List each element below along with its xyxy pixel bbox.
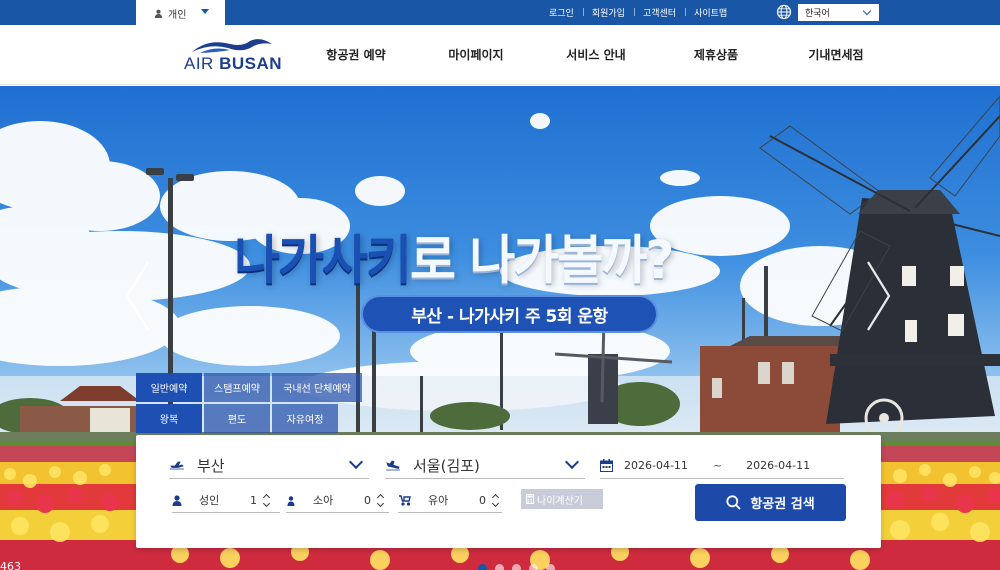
adult-count-stepper[interactable]: 성인 1 xyxy=(172,487,280,513)
air-busan-logo[interactable]: AIR BUSAN xyxy=(184,38,282,74)
return-date: 2026-04-11 xyxy=(746,458,811,472)
adult-spinner[interactable] xyxy=(262,491,271,509)
headline-highlight: 나가사키 xyxy=(234,229,412,291)
origin-value: 부산 xyxy=(197,456,225,475)
utility-bar: 개인 로그인 회원가입 고객센터 사이트맵 한국어 xyxy=(0,0,1000,26)
logo-text-light: AIR xyxy=(184,54,220,73)
watermark-text: 463 xyxy=(0,560,21,570)
nav-duty-free[interactable]: 기내면세점 xyxy=(776,25,896,85)
date-range-picker[interactable]: 2026-04-11 ~ 2026-04-11 xyxy=(600,451,844,479)
hero-banner[interactable]: 나가사키로 나가볼까? 부산 - 나가사키 주 5회 운항 463 일반예약 스… xyxy=(0,86,1000,570)
infant-label: 유아 xyxy=(428,494,449,507)
language-select[interactable]: 한국어 xyxy=(798,4,879,21)
site-header: AIR BUSAN 항공권 예약 마이페이지 서비스 안내 제휴상품 기내면세점 xyxy=(0,25,1000,85)
depart-date: 2026-04-11 xyxy=(624,458,688,472)
flight-search-panel: 부산 서울(김포) 2026-04-11 ~ 2026-04-11 성인 1 소 xyxy=(136,435,881,548)
tab-general-booking[interactable]: 일반예약 xyxy=(136,373,202,402)
slide-dot[interactable] xyxy=(495,564,504,570)
infant-count: 0 xyxy=(479,493,486,507)
chevron-down-icon xyxy=(862,6,872,16)
slide-dot[interactable] xyxy=(478,564,487,570)
adult-count: 1 xyxy=(250,493,257,507)
customer-center-link[interactable]: 고객센터 xyxy=(633,6,685,19)
search-flights-button[interactable]: 항공권 검색 xyxy=(695,484,846,521)
signup-link[interactable]: 회원가입 xyxy=(582,6,634,19)
search-button-label: 항공권 검색 xyxy=(750,497,815,512)
slide-pager xyxy=(478,564,555,570)
hero-headline: 나가사키로 나가볼까? xyxy=(234,218,674,294)
globe-icon[interactable] xyxy=(776,4,792,20)
destination-value: 서울(김포) xyxy=(413,456,480,475)
logo-wing-icon xyxy=(192,39,272,53)
chevron-left-icon[interactable] xyxy=(124,260,150,332)
child-count: 0 xyxy=(364,493,371,507)
slide-dot[interactable] xyxy=(529,564,538,570)
child-underline xyxy=(286,512,389,513)
origin-select[interactable]: 부산 xyxy=(169,451,369,479)
hero-subtitle: 부산 - 나가사키 주 5회 운항 xyxy=(361,295,658,333)
plane-takeoff-icon xyxy=(170,461,184,470)
date-separator: ~ xyxy=(712,458,723,472)
plane-landing-icon xyxy=(386,460,400,471)
person-icon xyxy=(287,495,295,506)
trip-type-tabs: 일반예약 스탬프예약 국내선 단체예약 왕복 편도 자유여정 xyxy=(136,373,362,435)
search-icon xyxy=(726,495,741,510)
child-spinner[interactable] xyxy=(376,491,385,509)
chevron-right-icon[interactable] xyxy=(866,260,892,332)
login-link[interactable]: 로그인 xyxy=(540,6,583,19)
main-nav: 항공권 예약 마이페이지 서비스 안내 제휴상품 기내면세점 xyxy=(296,25,896,85)
nav-mypage[interactable]: 마이페이지 xyxy=(416,25,536,85)
headline-rest: 로 나가볼까? xyxy=(410,229,674,291)
infant-count-stepper[interactable]: 유아 0 xyxy=(398,487,502,513)
destination-select[interactable]: 서울(김포) xyxy=(385,451,585,479)
tab-group-booking[interactable]: 국내선 단체예약 xyxy=(272,373,362,402)
nav-service-info[interactable]: 서비스 안내 xyxy=(536,25,656,85)
age-calculator-label: 나이계산기 xyxy=(537,495,583,507)
origin-underline xyxy=(169,478,369,479)
tab-multi-city[interactable]: 자유여정 xyxy=(272,404,338,433)
tab-round-trip[interactable]: 왕복 xyxy=(136,404,202,433)
persona-select[interactable]: 개인 xyxy=(136,0,225,26)
calculator-icon xyxy=(526,494,534,504)
utility-links: 로그인 회원가입 고객센터 사이트맵 xyxy=(540,0,736,25)
logo-wordmark: AIR BUSAN xyxy=(184,54,282,74)
baby-stroller-icon xyxy=(399,494,411,506)
person-icon xyxy=(172,494,182,506)
language-value: 한국어 xyxy=(805,9,830,19)
slide-dot[interactable] xyxy=(512,564,521,570)
infant-spinner[interactable] xyxy=(491,491,500,509)
tab-stamp-booking[interactable]: 스탬프예약 xyxy=(204,373,270,402)
age-calculator-button[interactable]: 나이계산기 xyxy=(521,489,603,509)
nav-booking[interactable]: 항공권 예약 xyxy=(296,25,416,85)
child-count-stepper[interactable]: 소아 0 xyxy=(286,487,389,513)
chevron-down-icon xyxy=(564,454,580,470)
chevron-down-icon xyxy=(348,454,364,470)
persona-label: 개인 xyxy=(168,9,187,21)
child-label: 소아 xyxy=(313,494,334,507)
dates-underline xyxy=(600,478,844,479)
nav-partner-products[interactable]: 제휴상품 xyxy=(656,25,776,85)
user-icon xyxy=(154,9,163,18)
adult-underline xyxy=(172,512,280,513)
tab-one-way[interactable]: 편도 xyxy=(204,404,270,433)
caret-down-icon xyxy=(201,9,209,14)
slide-dot[interactable] xyxy=(546,564,555,570)
infant-underline xyxy=(398,512,502,513)
sitemap-link[interactable]: 사이트맵 xyxy=(685,6,736,19)
destination-underline xyxy=(385,478,585,479)
calendar-icon xyxy=(600,458,613,472)
logo-text-bold: BUSAN xyxy=(219,54,283,73)
adult-label: 성인 xyxy=(199,494,220,507)
